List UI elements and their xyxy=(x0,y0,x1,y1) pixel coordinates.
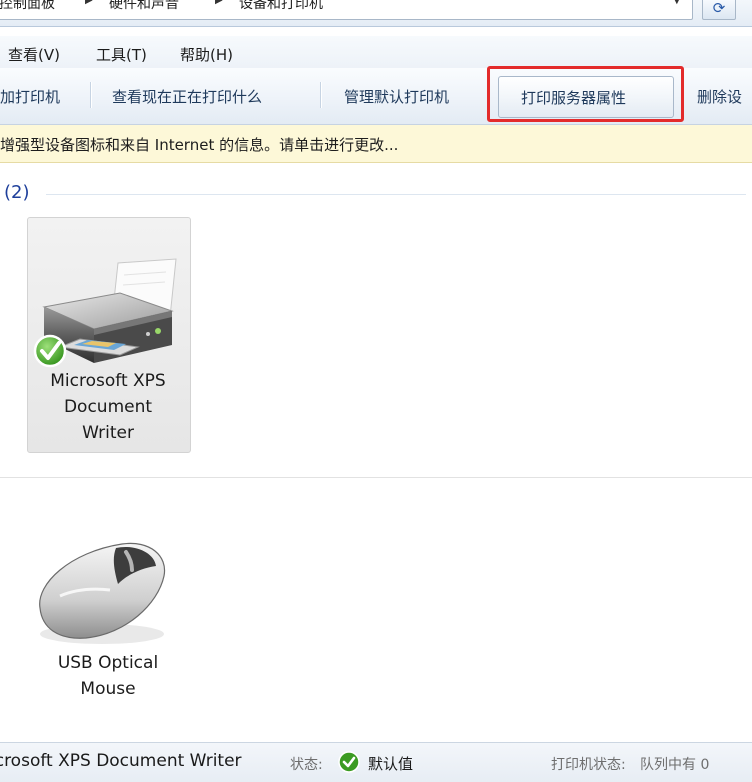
selected-device-name: icrosoft XPS Document Writer xyxy=(0,751,242,771)
device-label-line1: Microsoft XPS xyxy=(50,371,166,391)
device-label-line2: Document xyxy=(63,397,153,417)
breadcrumb-control-panel[interactable]: 控制面板 xyxy=(0,0,55,13)
menu-help[interactable]: 帮助(H) xyxy=(180,44,233,65)
breadcrumb-devices-printers[interactable]: 设备和打印机 xyxy=(239,0,323,13)
chevron-down-icon[interactable]: ▼ xyxy=(673,0,681,6)
refresh-icon: ⟳ xyxy=(712,0,726,17)
state-label: 状态: xyxy=(290,757,323,773)
check-icon xyxy=(338,751,360,773)
printer-icon xyxy=(33,258,177,368)
group-divider xyxy=(46,194,746,195)
remove-device-button[interactable]: 删除设 xyxy=(697,86,742,107)
section-divider xyxy=(0,477,752,478)
group-header-count[interactable]: (2) xyxy=(4,182,30,203)
device-label-line3: Writer xyxy=(82,423,134,443)
device-label-line1: USB Optical xyxy=(57,653,159,673)
address-box[interactable]: 控制面板 ▶ 硬件和声音 ▶ 设备和打印机 ▼ xyxy=(0,0,693,20)
info-bar-text: 增强型设备图标和来自 Internet 的信息。请单击进行更改... xyxy=(0,136,399,154)
add-printer-button[interactable]: 加打印机 xyxy=(0,86,60,107)
breadcrumb-arrow-icon[interactable]: ▶ xyxy=(215,0,223,6)
menu-view[interactable]: 查看(V) xyxy=(8,44,60,65)
address-bar: 控制面板 ▶ 硬件和声音 ▶ 设备和打印机 ▼ ⟳ xyxy=(0,0,752,27)
printer-status-label: 打印机状态: xyxy=(551,757,626,773)
breadcrumb-hardware-sound[interactable]: 硬件和声音 xyxy=(109,0,179,13)
breadcrumb-arrow-icon[interactable]: ▶ xyxy=(85,0,93,6)
menu-bar: 查看(V) 工具(T) 帮助(H) xyxy=(0,36,752,68)
see-printing-button[interactable]: 查看现在正在打印什么 xyxy=(112,86,262,107)
details-pane: icrosoft XPS Document Writer 状态: 默认值 打印机… xyxy=(0,742,752,782)
state-value: 默认值 xyxy=(368,755,414,773)
manage-default-printer-button[interactable]: 管理默认打印机 xyxy=(344,86,449,107)
refresh-button[interactable]: ⟳ xyxy=(702,0,736,20)
mouse-icon[interactable] xyxy=(30,538,180,646)
device-label-line2: Mouse xyxy=(80,679,136,699)
highlight-annotation xyxy=(487,66,684,122)
printer-status-value: 队列中有 0 xyxy=(640,757,710,773)
menu-tools[interactable]: 工具(T) xyxy=(96,44,147,65)
toolbar-separator xyxy=(320,82,322,108)
toolbar-separator xyxy=(90,82,92,108)
info-bar[interactable]: 增强型设备图标和来自 Internet 的信息。请单击进行更改... xyxy=(0,125,752,163)
